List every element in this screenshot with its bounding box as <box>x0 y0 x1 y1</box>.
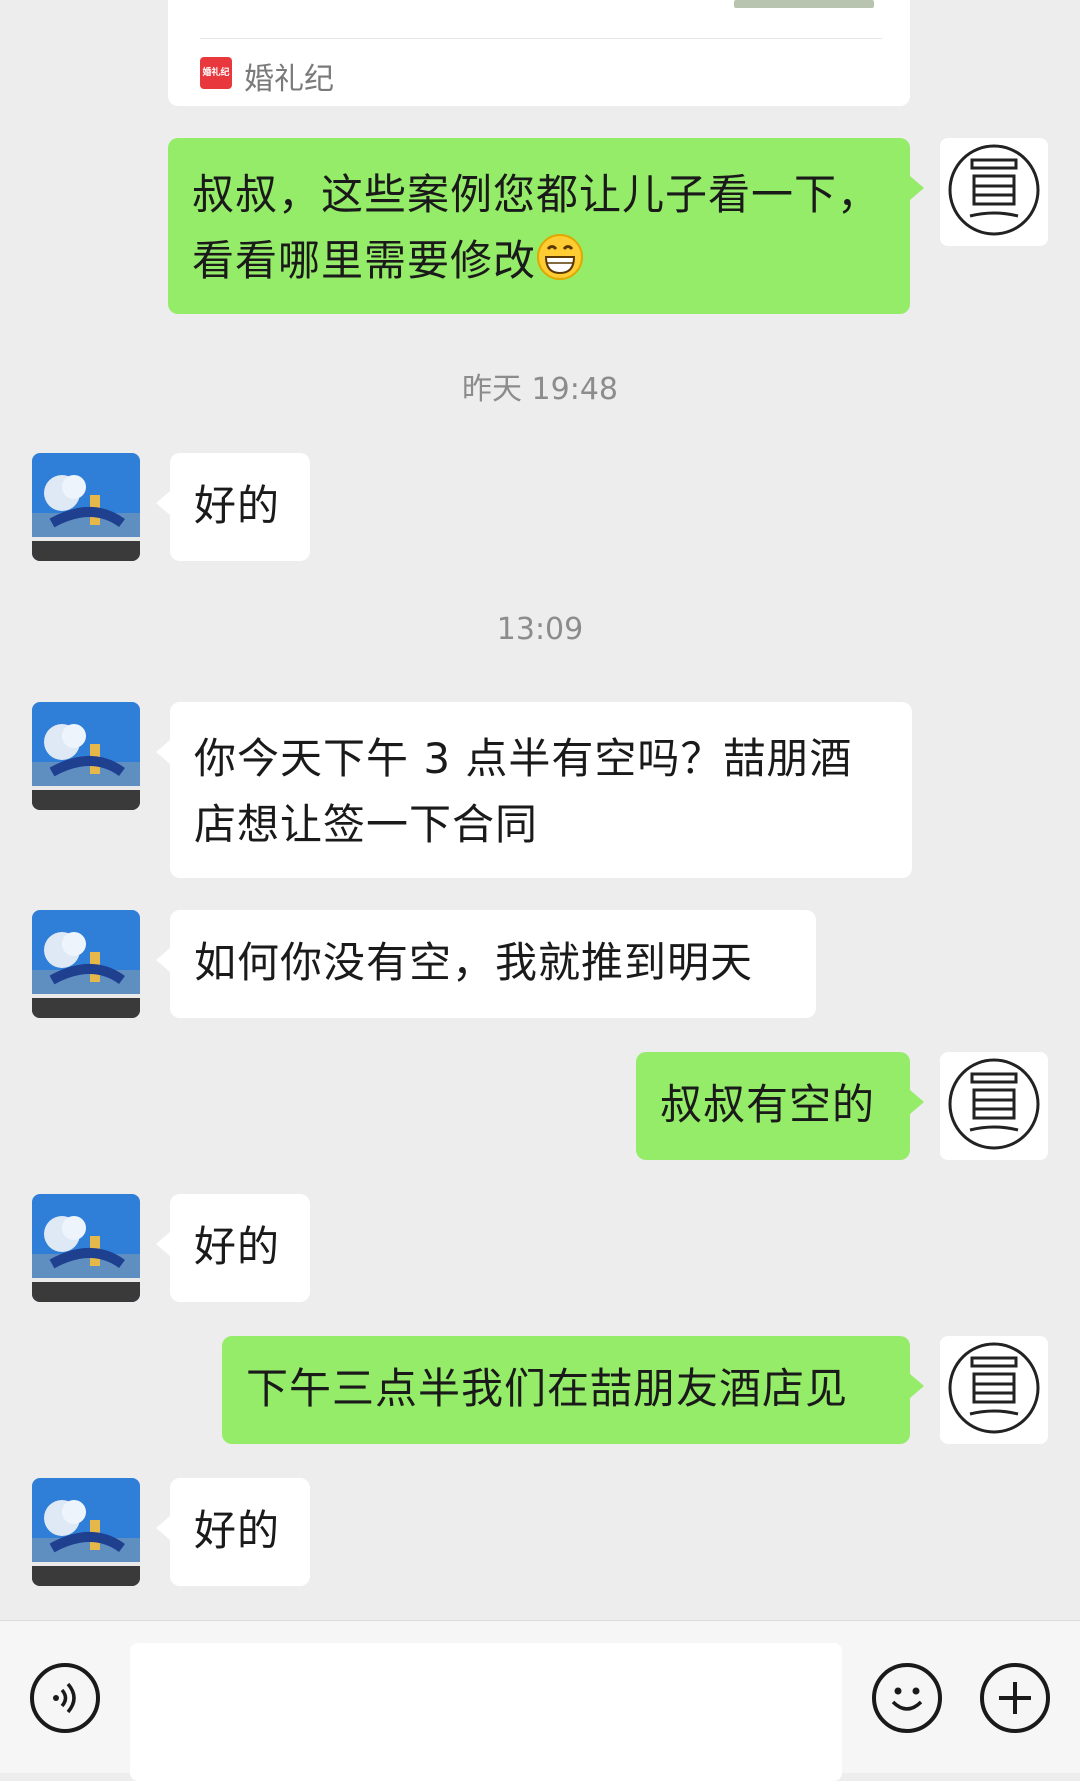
timestamp: 昨天 19:48 <box>462 372 618 407</box>
message-text: 好的 <box>194 481 281 530</box>
shared-link-card[interactable]: 婚礼纪 婚礼纪 <box>168 0 910 106</box>
message-bubble-incoming[interactable]: 你今天下午 3 点半有空吗？喆朋酒 店想让签一下合同 <box>156 702 912 878</box>
contact-avatar[interactable] <box>32 453 140 561</box>
message-bubble-incoming[interactable]: 好的 <box>156 1194 310 1302</box>
message-text: 好的 <box>194 1222 281 1271</box>
message-text: 如何你没有空，我就推到明天 <box>194 938 754 987</box>
my-avatar[interactable] <box>940 138 1048 246</box>
message-text-line: 叔叔，这些案例您都让儿子看一下， <box>192 170 881 219</box>
my-avatar[interactable] <box>940 1336 1048 1444</box>
message-input[interactable] <box>130 1643 842 1781</box>
message-text: 好的 <box>194 1506 281 1555</box>
message-text-line: 你今天下午 3 点半有空吗？喆朋酒 <box>194 734 853 783</box>
grinning-face-emoji <box>537 234 584 280</box>
hunliji-logo-icon: 婚礼纪 <box>200 57 232 89</box>
message-bubble-outgoing[interactable]: 叔叔有空的 <box>636 1052 924 1160</box>
plus-icon[interactable] <box>980 1663 1050 1733</box>
emoji-icon[interactable] <box>872 1663 942 1733</box>
contact-photo <box>32 702 140 810</box>
message-text-line: 看看哪里需要修改 <box>192 236 537 285</box>
contact-avatar[interactable] <box>32 702 140 810</box>
message-bubble-incoming[interactable]: 好的 <box>156 1478 310 1586</box>
timestamp: 13:09 <box>496 612 584 647</box>
contact-avatar[interactable] <box>32 1194 140 1302</box>
contact-photo <box>32 1194 140 1302</box>
message-bubble-outgoing[interactable]: 下午三点半我们在喆朋友酒店见 <box>222 1336 924 1444</box>
message-text: 叔叔有空的 <box>660 1080 876 1129</box>
voice-icon[interactable] <box>30 1663 100 1733</box>
seal-logo-icon <box>948 1342 1040 1434</box>
card-divider <box>200 38 882 39</box>
card-thumbnail <box>734 0 874 8</box>
contact-photo <box>32 453 140 561</box>
message-bubble-outgoing[interactable]: 叔叔，这些案例您都让儿子看一下， 看看哪里需要修改 <box>168 138 924 314</box>
seal-logo-icon <box>948 1058 1040 1150</box>
chat-input-bar <box>0 1620 1080 1781</box>
contact-photo <box>32 910 140 1018</box>
message-bubble-incoming[interactable]: 如何你没有空，我就推到明天 <box>156 910 816 1018</box>
contact-avatar[interactable] <box>32 910 140 1018</box>
message-text: 下午三点半我们在喆朋友酒店见 <box>246 1364 849 1413</box>
my-avatar[interactable] <box>940 1052 1048 1160</box>
message-text-line: 店想让签一下合同 <box>194 800 539 849</box>
seal-logo-icon <box>948 144 1040 236</box>
message-bubble-incoming[interactable]: 好的 <box>156 453 310 561</box>
contact-photo <box>32 1478 140 1586</box>
card-source-name: 婚礼纪 <box>244 62 334 97</box>
contact-avatar[interactable] <box>32 1478 140 1586</box>
